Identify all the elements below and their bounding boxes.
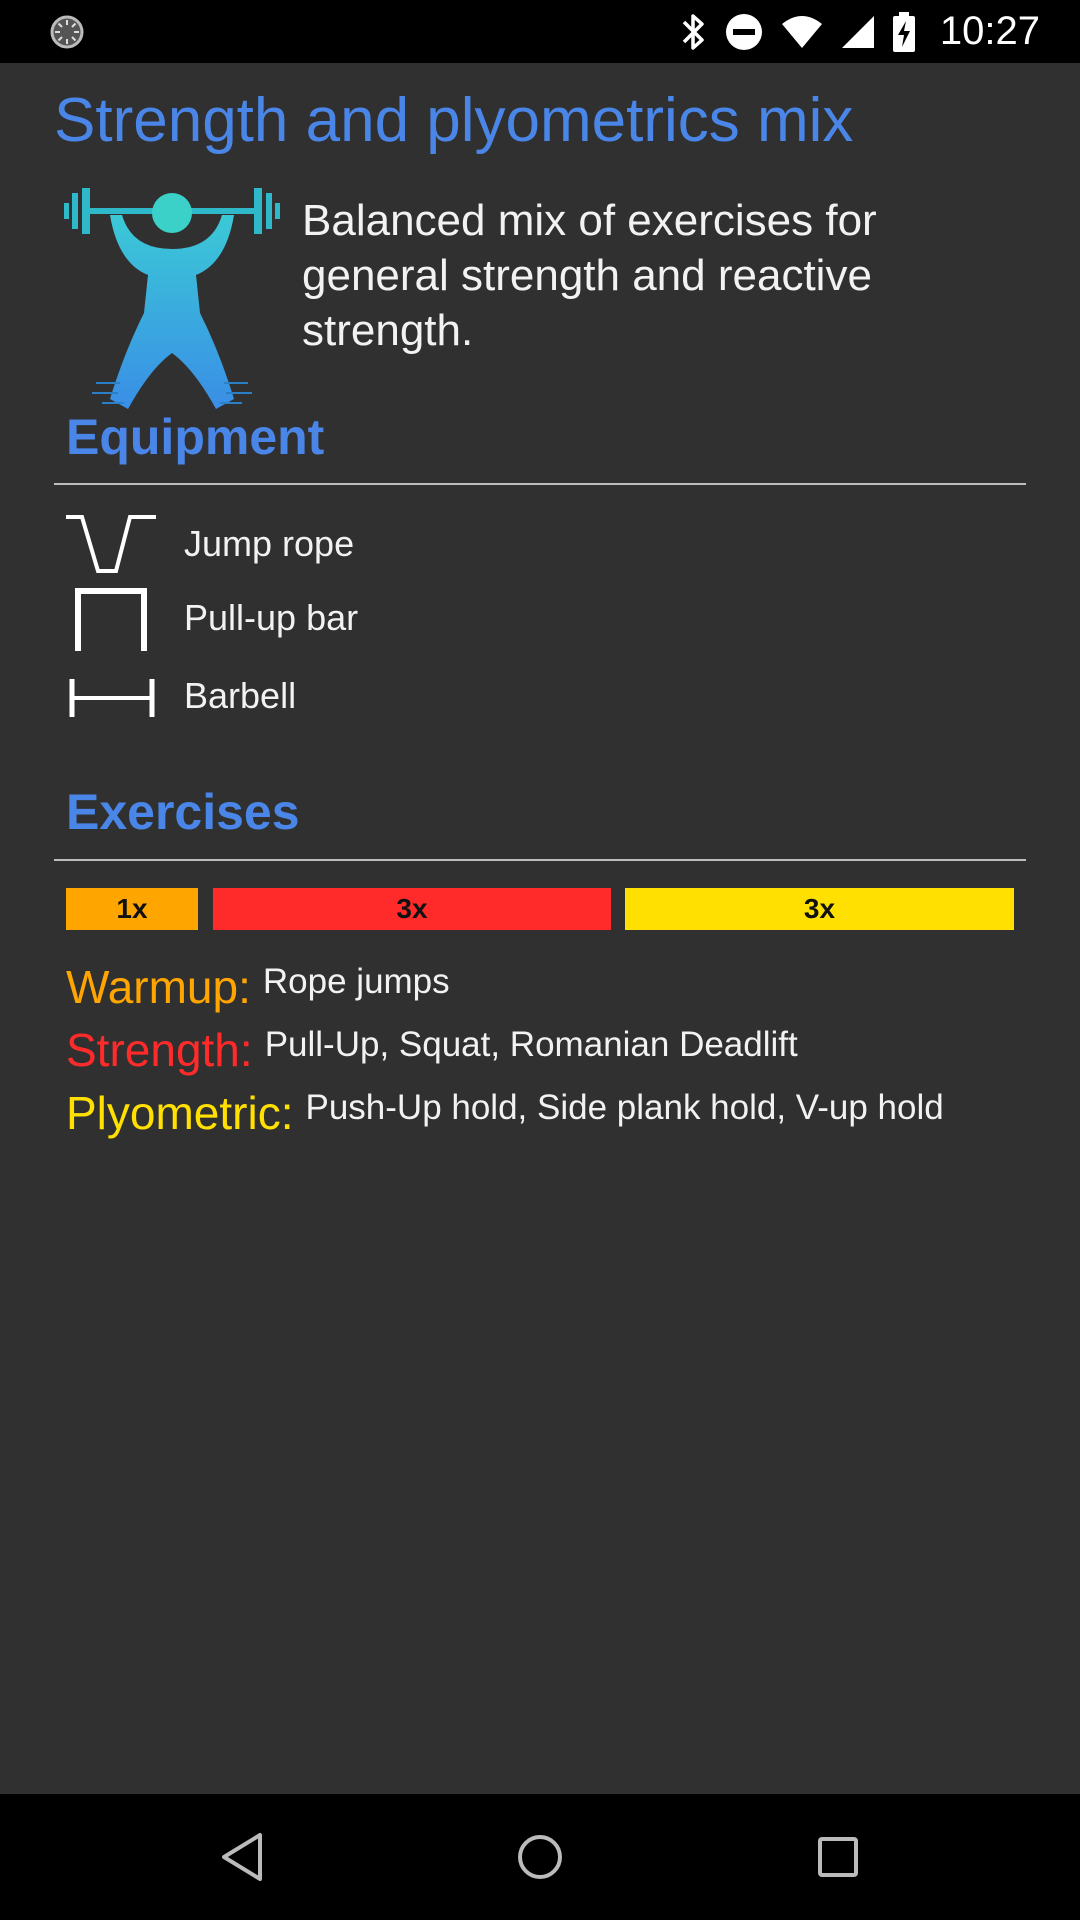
plyometric-sets-bar: 3x <box>625 888 1014 930</box>
exercise-list: Rope jumps <box>262 962 450 1001</box>
exercise-list: Push-Up hold, Side plank hold, V-up hold <box>305 1088 944 1127</box>
equipment-label: Barbell <box>184 675 297 716</box>
jump-rope-icon <box>66 515 156 573</box>
status-bar: 10:27 <box>0 0 1080 63</box>
home-icon[interactable] <box>510 1827 570 1887</box>
warmup-sets-bar: 1x <box>66 888 198 930</box>
exercises-heading: Exercises <box>66 784 300 840</box>
divider <box>54 859 1026 861</box>
equipment-item: Pull-up bar <box>64 585 764 655</box>
bluetooth-icon <box>682 13 704 50</box>
exercise-category-warmup: Warmup: Rope jumps <box>66 960 450 1014</box>
category-label: Plyometric: <box>66 1087 294 1139</box>
category-label: Strength: <box>66 1024 253 1076</box>
wifi-icon <box>781 15 822 48</box>
divider <box>54 483 1026 485</box>
barbell-icon <box>69 679 155 717</box>
exercise-category-strength: Strength: Pull-Up, Squat, Romanian Deadli… <box>66 1023 798 1077</box>
status-time: 10:27 <box>939 9 1040 53</box>
equipment-label: Jump rope <box>184 523 355 564</box>
signal-icon <box>841 15 874 48</box>
page-title: Strength and plyometrics mix <box>54 86 854 155</box>
equipment-heading: Equipment <box>66 409 325 465</box>
exercise-list: Pull-Up, Squat, Romanian Deadlift <box>264 1025 798 1064</box>
category-label: Warmup: <box>66 961 251 1013</box>
do-not-disturb-icon <box>725 13 762 50</box>
weightlifter-icon <box>64 188 280 409</box>
workout-description: Balanced mix of exercises for general st… <box>302 196 877 355</box>
equipment-item: Jump rope <box>64 511 764 581</box>
equipment-label: Pull-up bar <box>184 597 359 638</box>
navigation-bar <box>0 1794 1080 1920</box>
battery-charging-icon <box>892 11 915 52</box>
back-icon[interactable] <box>212 1827 272 1887</box>
exercise-category-plyometric: Plyometric: Push-Up hold, Side plank hold… <box>66 1086 944 1140</box>
pull-up-bar-icon <box>75 588 147 651</box>
strength-sets-bar: 3x <box>213 888 611 930</box>
status-icons: 10:27 <box>680 0 1040 63</box>
equipment-item: Barbell <box>64 663 764 733</box>
loading-icon <box>50 15 84 49</box>
recents-icon[interactable] <box>808 1827 868 1887</box>
